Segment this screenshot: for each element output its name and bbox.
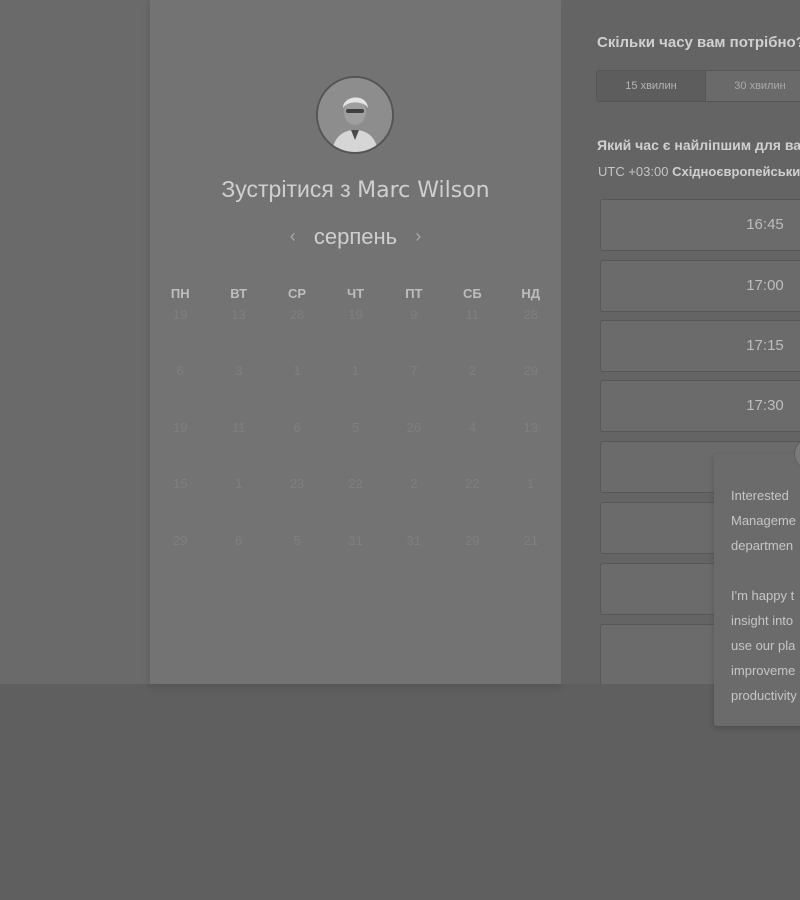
- chat-popup-line: Interested: [731, 488, 789, 503]
- calendar-day: 19: [172, 307, 188, 322]
- timezone-name: Східноєвропейський час: [672, 164, 800, 179]
- host-name: Marc Wilson: [357, 178, 490, 203]
- calendar-grid: ПН ВТ СР ЧТ ПТ СБ НД 19 13 28 19 9 11 28…: [150, 283, 561, 587]
- month-label: серпень: [313, 224, 398, 249]
- calendar-day: 11: [465, 307, 480, 322]
- calendar-week-row: 19 11 6 5 26 4 13: [150, 418, 561, 474]
- calendar-day: 1: [527, 476, 535, 492]
- calendar-day: 3: [235, 363, 243, 379]
- calendar-day: 19: [348, 307, 363, 322]
- timezone-label[interactable]: UTC +03:00 Східноєвропейський час: [598, 164, 800, 179]
- meeting-title: Зустрітися з Marc Wilson: [150, 176, 561, 203]
- chat-popup-line: Manageme: [731, 513, 797, 528]
- calendar-day: 1: [293, 363, 301, 379]
- time-slot-button[interactable]: 17:30: [600, 380, 800, 432]
- duration-selector: 15 хвилин 30 хвилин: [596, 70, 800, 102]
- calendar-day: 21: [523, 532, 538, 548]
- chat-popup-line: I'm happy t: [731, 588, 795, 603]
- time-slot-label: 16:45: [746, 216, 784, 233]
- time-slot-button[interactable]: 17:15: [600, 320, 800, 372]
- chat-popup-line: insight into: [731, 613, 794, 628]
- booking-page: Зустрітися з Marc Wilson ‹ серпень › ПН …: [0, 0, 800, 900]
- chat-popup-line: use our pla: [731, 638, 796, 653]
- timezone-offset: UTC +03:00: [598, 164, 669, 179]
- calendar-week-row: 19 13 28 19 9 11 28: [150, 305, 561, 361]
- weekday-label: СР: [288, 286, 307, 301]
- chat-popup-line: departmen: [731, 538, 794, 553]
- weekday-label: ВТ: [230, 286, 248, 301]
- chat-popup-line: improveme: [731, 663, 796, 678]
- calendar-week-row: 29 6 5 31 31 29 21: [150, 531, 561, 587]
- calendar-day: 28: [523, 307, 538, 322]
- calendar-day: 7: [410, 363, 418, 379]
- time-slot-label: 17:00: [746, 277, 784, 294]
- calendar-day: 2: [410, 476, 418, 492]
- calendar-day: 6: [176, 363, 184, 379]
- chevron-right-icon[interactable]: ›: [415, 226, 421, 247]
- time-slot-button[interactable]: 17:00: [600, 260, 800, 312]
- chat-popup[interactable]: Interested Manageme departmen I'm happy …: [714, 454, 800, 726]
- calendar-day: 9: [410, 307, 418, 322]
- chat-popup-line: productivity: [731, 688, 797, 703]
- weekday-label: ПН: [170, 286, 190, 301]
- time-slot-button[interactable]: 16:45: [600, 199, 800, 251]
- calendar-week-row: 15 1 23 22 2 22 1: [150, 474, 561, 530]
- calendar-day: 31: [348, 532, 363, 548]
- host-avatar: [316, 76, 394, 154]
- calendar-day: 22: [348, 476, 363, 492]
- duration-option-30[interactable]: 30 хвилин: [706, 71, 800, 101]
- calendar-day: 6: [293, 419, 301, 435]
- weekday-label: СБ: [462, 286, 482, 301]
- calendar-day: 29: [523, 363, 538, 379]
- calendar-day: 6: [235, 532, 243, 548]
- calendar-day: 29: [172, 532, 188, 548]
- calendar-day: 1: [351, 363, 360, 379]
- calendar-day: 19: [172, 419, 188, 435]
- calendar-day: 23: [289, 476, 305, 492]
- time-question: Який час є найліпшим для вас?: [597, 137, 800, 153]
- calendar-day: 1: [235, 476, 243, 492]
- duration-question: Скільки часу вам потрібно?: [597, 34, 800, 51]
- calendar-day: 4: [468, 419, 476, 435]
- weekday-label: НД: [521, 286, 541, 301]
- calendar-day: 31: [406, 532, 422, 548]
- calendar-day: 2: [468, 363, 476, 379]
- meeting-title-prefix: Зустрітися з: [221, 176, 351, 202]
- calendar-day: 26: [406, 419, 422, 435]
- weekday-label: ЧТ: [346, 286, 365, 301]
- time-slot-label: 17:30: [746, 397, 784, 414]
- calendar-day: 5: [293, 532, 301, 548]
- calendar-day: 13: [523, 419, 538, 435]
- chevron-left-icon[interactable]: ‹: [290, 226, 296, 247]
- calendar-day: 15: [172, 476, 188, 492]
- calendar-day: 28: [289, 307, 305, 322]
- calendar-day: 11: [231, 419, 246, 435]
- calendar-day: 22: [465, 476, 480, 492]
- duration-option-15[interactable]: 15 хвилин: [597, 71, 706, 101]
- calendar-weekday-header: ПН ВТ СР ЧТ ПТ СБ НД: [150, 283, 561, 305]
- calendar-day: 13: [231, 307, 246, 322]
- weekday-label: ПТ: [405, 286, 423, 301]
- calendar-day: 29: [465, 532, 480, 548]
- calendar-week-row: 6 3 1 1 7 2 29: [150, 361, 561, 417]
- month-navigation: ‹ серпень ›: [150, 224, 561, 250]
- calendar-day: 5: [351, 419, 360, 435]
- time-slot-label: 17:15: [746, 337, 784, 354]
